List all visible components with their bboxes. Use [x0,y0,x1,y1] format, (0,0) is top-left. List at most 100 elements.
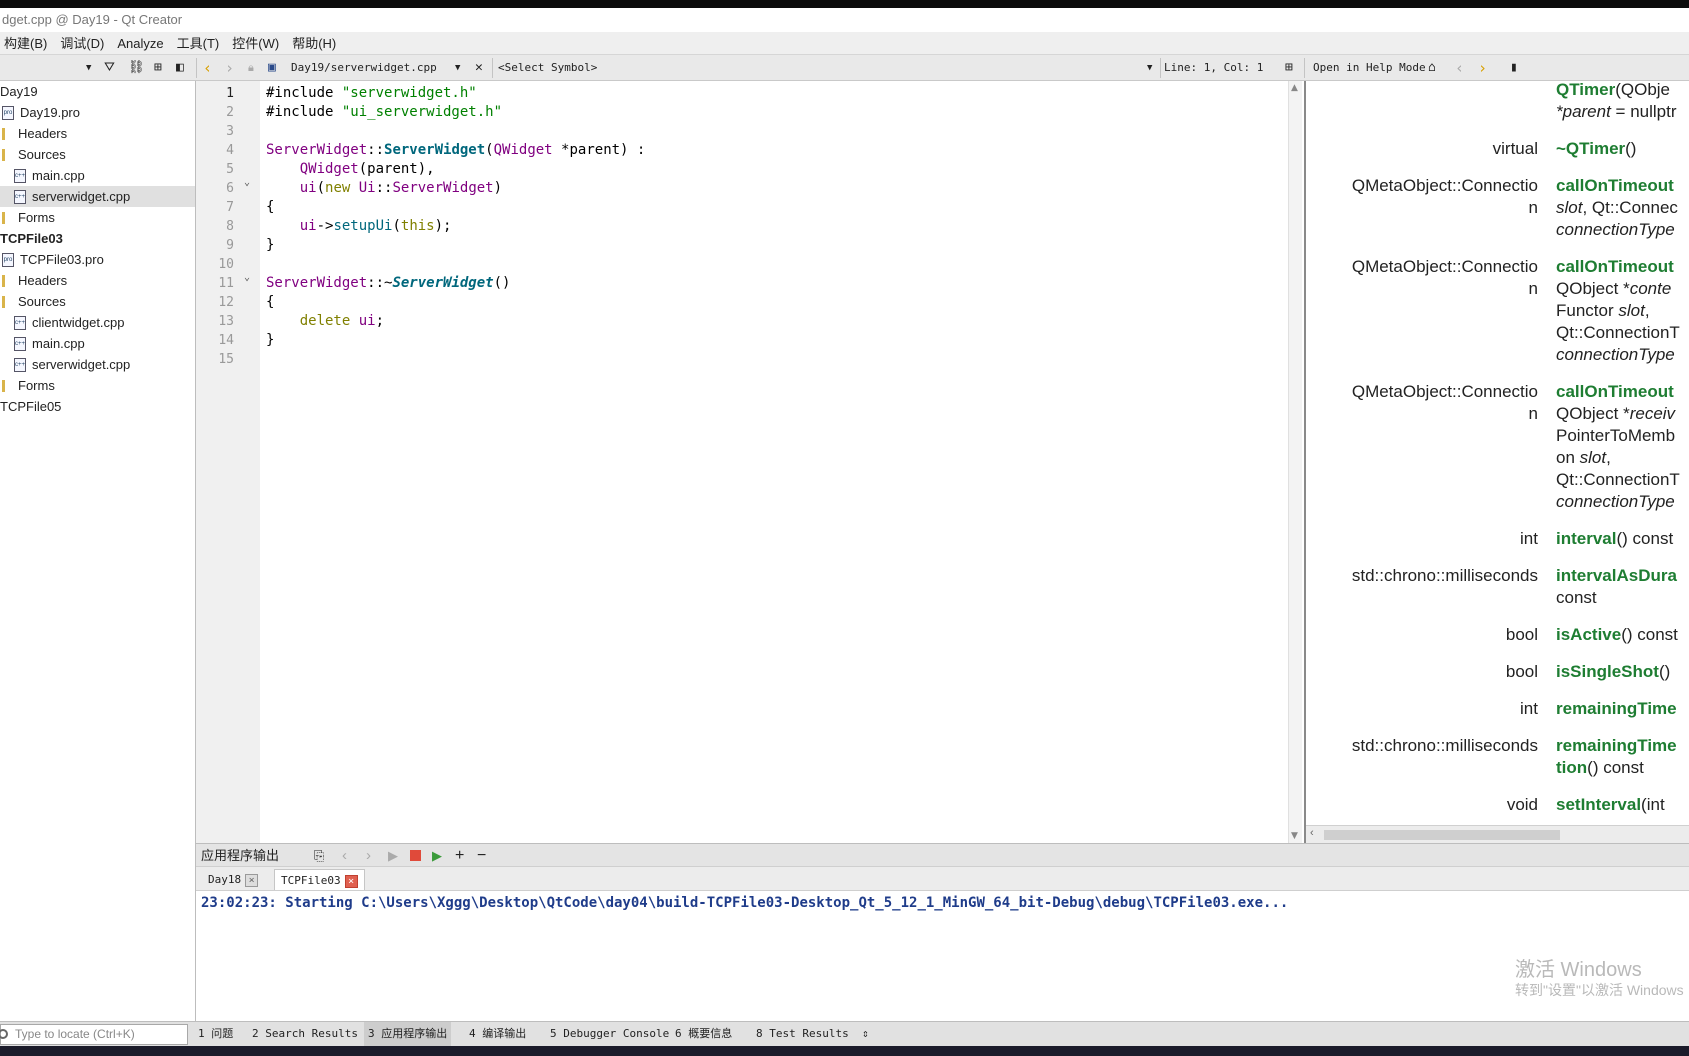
help-member-signature[interactable]: remainingTime [1556,735,1677,757]
output-tab[interactable]: Day18 × [202,869,264,890]
tree-item[interactable]: c++ serverwidget.cpp [0,186,195,207]
close-tab-icon[interactable]: × [344,874,358,888]
help-member-signature: *parent = nullptr [1556,102,1677,121]
menu-analyze[interactable]: Analyze [113,32,172,55]
help-member-type: virtual [1492,139,1538,158]
bookmark-icon[interactable]: ▮ [1510,55,1518,81]
help-member-signature[interactable]: remainingTime [1556,698,1677,720]
line-number: 7 [226,200,234,215]
code-line: delete ui; [299,313,385,329]
output-pane-button[interactable]: 4 编译输出 [465,1022,530,1046]
help-member-type: void [1506,795,1538,814]
line-number: 15 [218,352,234,367]
output-pane-button[interactable]: 1 问题 [194,1022,237,1046]
help-member-signature[interactable]: setInterval(int [1556,794,1665,816]
tree-item[interactable]: pro TCPFile03.pro [0,249,195,270]
help-member-signature[interactable]: intervalAsDura [1556,565,1677,587]
line-number: 3 [226,124,234,139]
help-member-signature: QObject *receiv [1556,404,1676,423]
code-editor[interactable]: 1 2 3 4 5 6 ⌄ 7 8 9 10 11 ⌄ 12 13 14 15 #include "server… [196,81,1304,843]
help-member-signature[interactable]: isSingleShot() [1556,661,1670,683]
help-member-signature[interactable]: callOnTimeout [1556,175,1674,197]
tree-item[interactable]: Headers [0,123,195,144]
tree-item[interactable]: Day19 [0,81,195,102]
stop-icon[interactable] [410,850,421,861]
folder-icon [2,127,12,140]
menu-help[interactable]: 帮助(H) [288,32,345,55]
back-icon[interactable]: ‹ [203,55,212,81]
tree-item[interactable]: Forms [0,207,195,228]
open-file-name[interactable]: Day19/serverwidget.cpp [291,55,437,81]
scrollbar-thumb[interactable] [1324,830,1560,840]
fold-marker-icon[interactable]: ⌄ [244,177,250,188]
tree-item[interactable]: c++ main.cpp [0,165,195,186]
menu-debug[interactable]: 调试(D) [56,32,113,55]
forward-icon[interactable]: › [225,55,234,81]
symbol-selector[interactable]: <Select Symbol> [498,55,597,81]
tree-item-label: Forms [18,378,55,393]
output-tab[interactable]: TCPFile03 × [274,869,365,890]
tree-item[interactable]: Sources [0,144,195,165]
close-tab-icon[interactable]: × [245,873,259,887]
help-horizontal-scrollbar[interactable]: ‹ [1306,825,1689,843]
dropdown-arrow-icon[interactable]: ▼ [86,55,91,81]
split-icon[interactable]: ⊞ [154,55,162,81]
help-member-type: int [1520,529,1538,548]
zoom-in-icon[interactable]: + [455,844,464,867]
open-in-help-mode-button[interactable]: Open in Help Mode [1313,55,1426,81]
menu-build[interactable]: 构建(B) [0,32,56,55]
tree-item[interactable]: TCPFile05 [0,396,195,417]
tree-item[interactable]: Headers [0,270,195,291]
help-member-signature[interactable]: isActive() const [1556,624,1678,646]
link-icon[interactable]: ⛓ [128,55,145,81]
tree-item[interactable]: c++ serverwidget.cpp [0,354,195,375]
help-member-signature[interactable]: callOnTimeout [1556,381,1674,403]
scroll-down-icon[interactable]: ▼ [1291,831,1298,841]
output-pane-button[interactable]: 2 Search Results [248,1022,362,1046]
tree-item[interactable]: Sources [0,291,195,312]
code-line: ServerWidget::ServerWidget(QWidget *pare… [266,142,646,158]
tree-item[interactable]: TCPFile03 [0,228,195,249]
cursor-position[interactable]: Line: 1, Col: 1 [1164,55,1263,81]
fold-marker-icon[interactable]: ⌄ [244,272,250,283]
scroll-left-icon[interactable]: ‹ [1310,827,1314,839]
application-output[interactable]: 23:02:23: Starting C:\Users\Xggg\Desktop… [196,891,1689,1021]
output-pane-button[interactable]: 5 Debugger Console [546,1022,673,1046]
filter-icon[interactable]: ⛛ [104,55,115,81]
tree-item[interactable]: pro Day19.pro [0,102,195,123]
help-back-icon[interactable]: ‹ [1455,55,1464,81]
tree-item[interactable]: Forms [0,375,195,396]
close-file-icon[interactable]: ✕ [475,55,483,81]
zoom-out-icon[interactable]: − [477,844,486,867]
locator-input[interactable]: Type to locate (Ctrl+K) [0,1024,188,1045]
menu-tools[interactable]: 工具(T) [173,32,229,55]
run-icon[interactable]: ▶ [388,844,398,867]
next-icon[interactable]: › [366,844,371,867]
help-forward-icon[interactable]: › [1478,55,1487,81]
cpp-file-icon: c++ [14,315,26,330]
scroll-up-icon[interactable]: ▲ [1291,83,1298,93]
file-dropdown-icon[interactable]: ▼ [455,55,460,81]
editor-vertical-scrollbar[interactable]: ▲ ▼ [1288,81,1302,843]
attach-icon[interactable]: ⎘ [314,844,324,867]
split-editor-icon[interactable]: ⊞ [1285,55,1293,81]
rerun-icon[interactable]: ▶ [432,844,442,867]
help-member-signature[interactable]: interval() const [1556,528,1673,550]
cpp-file-icon: c++ [14,357,26,372]
output-pane-button[interactable]: 3 应用程序输出 [364,1022,452,1046]
help-member-signature[interactable]: QTimer(QObje [1556,81,1670,101]
help-member-signature: PointerToMemb [1556,426,1676,445]
output-pane-button[interactable]: 6 概要信息 [671,1022,736,1046]
home-icon[interactable]: ⌂ [1428,55,1436,81]
help-member-signature[interactable]: ~QTimer() [1556,138,1636,160]
prev-icon[interactable]: ‹ [342,844,347,867]
output-pane-button[interactable]: 8 Test Results [752,1022,853,1046]
tree-item[interactable]: c++ clientwidget.cpp [0,312,195,333]
line-number: 9 [226,238,234,253]
tree-item[interactable]: c++ main.cpp [0,333,195,354]
symbol-dropdown-icon[interactable]: ▼ [1147,55,1152,81]
menu-controls[interactable]: 控件(W) [228,32,288,55]
help-member-signature[interactable]: callOnTimeout [1556,256,1674,278]
more-panes-icon[interactable]: ⇕ [858,1022,873,1046]
close-sidebar-icon[interactable]: ◧ [176,55,184,81]
